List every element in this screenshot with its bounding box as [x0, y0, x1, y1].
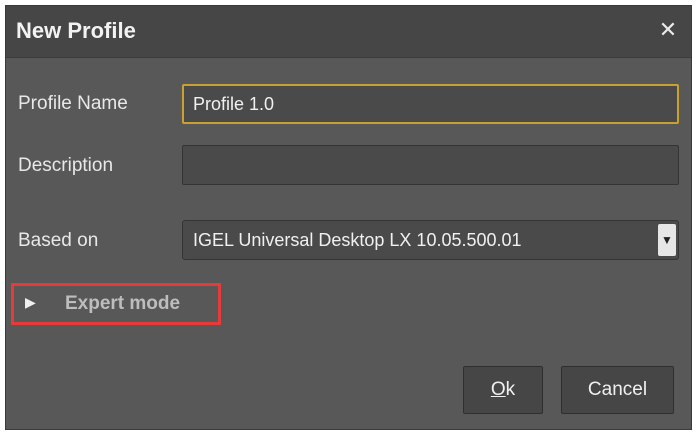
dropdown-arrow-icon[interactable]: ▼ — [658, 224, 676, 256]
ok-button[interactable]: Ok — [463, 366, 543, 414]
profile-name-input[interactable] — [182, 84, 679, 124]
cancel-button[interactable]: Cancel — [561, 366, 674, 414]
description-input[interactable] — [182, 145, 679, 185]
based-on-select[interactable]: IGEL Universal Desktop LX 10.05.500.01 ▼ — [182, 220, 679, 260]
expand-arrow-icon: ▶ — [25, 294, 36, 310]
expert-mode-label: Expert mode — [65, 293, 181, 314]
profile-name-label: Profile Name — [18, 93, 128, 114]
new-profile-dialog: New Profile ✕ Profile Name Description B… — [5, 5, 692, 430]
description-label: Description — [18, 155, 114, 176]
based-on-label: Based on — [18, 230, 99, 251]
close-icon[interactable]: ✕ — [655, 16, 681, 44]
ok-mnemonic: O — [490, 379, 506, 400]
expert-mode-toggle[interactable]: ▶ Expert mode — [11, 283, 221, 325]
ok-label-rest: k — [505, 379, 516, 400]
based-on-value: IGEL Universal Desktop LX 10.05.500.01 — [193, 230, 522, 250]
dialog-titlebar: New Profile ✕ — [6, 6, 691, 58]
dialog-title: New Profile — [16, 18, 136, 43]
